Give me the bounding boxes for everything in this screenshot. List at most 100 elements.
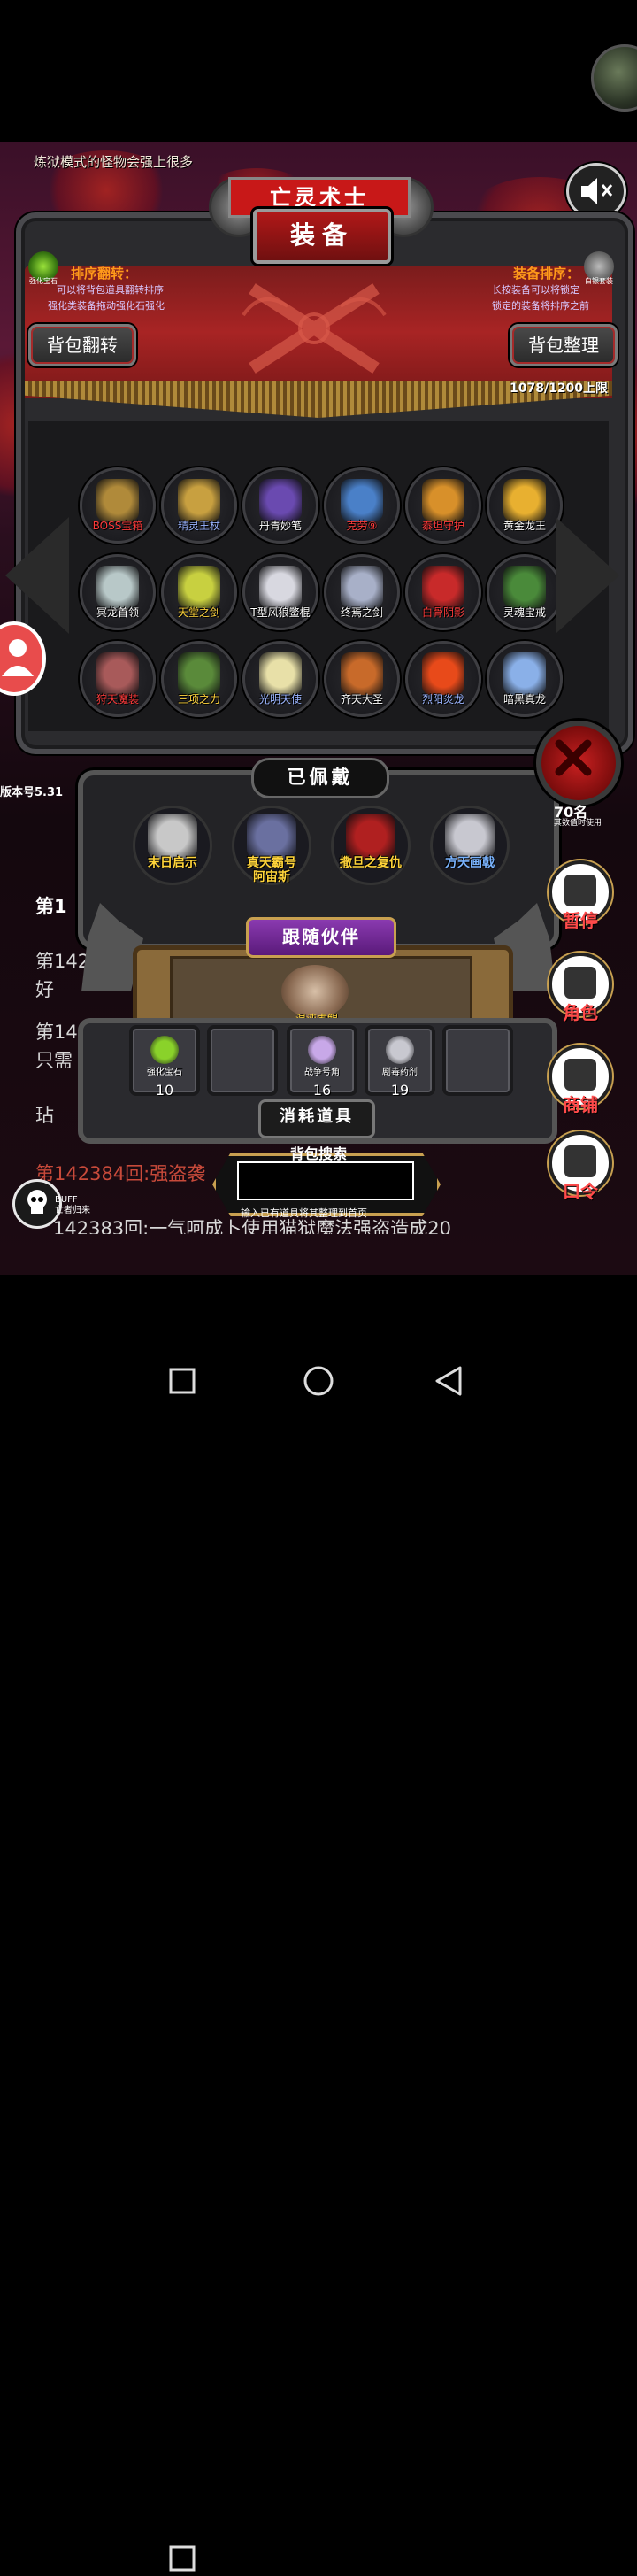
- gem-icon: [150, 1036, 179, 1064]
- menu-label-3: 口令: [563, 1181, 598, 1202]
- equipped-title: 已佩戴: [251, 758, 389, 798]
- back-triangle-icon[interactable]: [434, 1365, 464, 1397]
- sort-equip-line2: 锁定的装备将排序之前: [492, 300, 589, 312]
- armor-icon: [96, 652, 139, 695]
- inventory-item[interactable]: 白骨阴影: [405, 554, 481, 630]
- inventory-item[interactable]: 天堂之剑: [161, 554, 237, 630]
- consumable-slot[interactable]: 强化宝石 10: [129, 1025, 200, 1099]
- consumable-slot[interactable]: [442, 1025, 513, 1096]
- sword-icon: [178, 566, 220, 608]
- search-title: 背包搜索: [289, 1145, 347, 1162]
- menu-label-0: 暂停: [563, 910, 598, 931]
- inventory-item-label: 暗黑真龙: [503, 693, 546, 706]
- inventory-item[interactable]: 光明天使: [242, 641, 318, 717]
- log-line-red: 第142384回:强盗袭: [35, 1163, 206, 1184]
- chaos-kun-icon: [281, 965, 349, 1018]
- menu-label-2: 商铺: [563, 1094, 598, 1115]
- inventory-item[interactable]: 泰坦守护: [405, 467, 481, 544]
- equipped-item-label: 真天霸号 阿宙斯: [247, 856, 296, 884]
- buff-text: BUFF 亡者归来: [55, 1195, 90, 1216]
- inventory-item[interactable]: BOSS宝箱: [80, 467, 156, 544]
- inventory-item[interactable]: 终焉之剑: [324, 554, 400, 630]
- mute-icon: [581, 178, 613, 204]
- consumable-count: 10: [155, 1082, 174, 1099]
- equipped-item[interactable]: 方天画戟: [430, 806, 510, 885]
- inventory-item-label: 终焉之剑: [340, 606, 383, 619]
- bone-dragon-icon: [96, 566, 139, 608]
- inventory-item[interactable]: 齐天大圣: [324, 641, 400, 717]
- shop-icon: [564, 1059, 596, 1091]
- consumable-slot[interactable]: 剧毒药剂 19: [365, 1025, 435, 1099]
- sort-flip-title: 排序翻转：: [71, 266, 138, 282]
- consumable-label: 强化宝石: [147, 1068, 182, 1077]
- axe-icon: [148, 814, 197, 860]
- close-icon: [555, 739, 592, 776]
- inventory-item[interactable]: 狩天魔装: [80, 641, 156, 717]
- consumable-label: 剧毒药剂: [382, 1068, 418, 1077]
- user-icon: [2, 639, 34, 676]
- angel-icon: [259, 652, 302, 695]
- mode-hint: 炼狱模式的怪物会强上很多: [34, 154, 194, 170]
- gold-dragon-icon: [503, 479, 546, 521]
- inventory-item-label: T型风狼鳖棍: [250, 606, 311, 619]
- character-icon: [341, 479, 383, 521]
- halberd-icon: [445, 814, 495, 860]
- triforce-icon: [178, 652, 220, 695]
- equipped-item[interactable]: 末日启示: [133, 806, 212, 885]
- inventory-item-label: 丹青妙笔: [258, 520, 302, 532]
- inventory-item[interactable]: 冥龙首领: [80, 554, 156, 630]
- ice-dragon-icon: [503, 652, 546, 695]
- inventory-item[interactable]: 丹青妙笔: [242, 467, 318, 544]
- recents-square-icon[interactable]: [168, 1367, 196, 1395]
- equipped-item-label: 末日启示: [148, 856, 197, 870]
- inventory-item[interactable]: 克劳⑨: [324, 467, 400, 544]
- page-title: 装备: [253, 209, 391, 264]
- inventory-item-label: 冥龙首领: [96, 606, 139, 619]
- skull-plant-icon: [422, 566, 464, 608]
- buff-sub: 亡者归来: [55, 1206, 90, 1215]
- sort-equip-title: 装备排序：: [513, 266, 580, 282]
- chest-icon: [96, 479, 139, 521]
- staff-icon: [178, 479, 220, 521]
- inventory-item-label: 天堂之剑: [177, 606, 220, 619]
- log-line-3a: 第14: [35, 1022, 78, 1043]
- equipped-item[interactable]: 真天霸号 阿宙斯: [232, 806, 311, 885]
- inventory-item[interactable]: 三项之力: [161, 641, 237, 717]
- zeus-icon: [247, 814, 296, 860]
- menu-label-1: 角色: [563, 1002, 598, 1023]
- rank-partial-sub: 其数值时使用: [554, 819, 602, 828]
- recent-apps-button[interactable]: [168, 2544, 196, 2576]
- crossed-swords-emblem-icon: [242, 283, 387, 374]
- fire-dragon-icon: [422, 652, 464, 695]
- consumable-slot[interactable]: 战争号角 16: [287, 1025, 357, 1099]
- mute-button[interactable]: [566, 163, 626, 220]
- potion-icon: [386, 1036, 414, 1064]
- horn-icon: [308, 1036, 336, 1064]
- inventory-item[interactable]: 暗黑真龙: [487, 641, 563, 717]
- log-line-1: 第1: [35, 896, 67, 917]
- inventory-item-label: 光明天使: [258, 693, 302, 706]
- log-line-2b: 好: [35, 979, 54, 1000]
- inventory-item[interactable]: 黄金龙王: [487, 467, 563, 544]
- inventory-item-label: BOSS宝箱: [92, 520, 143, 532]
- bag-organize-button[interactable]: 背包整理: [510, 324, 618, 366]
- inventory-item[interactable]: 灵魂宝戒: [487, 554, 563, 630]
- inventory-item[interactable]: 烈阳炎龙: [405, 641, 481, 717]
- consumable-label: 战争号角: [304, 1068, 340, 1077]
- scroll-icon: [564, 1145, 596, 1177]
- close-button[interactable]: [536, 721, 621, 806]
- equipped-item[interactable]: 撒旦之复仇: [331, 806, 411, 885]
- buff-title: BUFF: [55, 1195, 78, 1205]
- consumable-count: 16: [312, 1082, 332, 1099]
- inventory-item[interactable]: T型风狼鳖棍: [242, 554, 318, 630]
- search-input[interactable]: [237, 1161, 414, 1200]
- bag-flip-button[interactable]: 背包翻转: [28, 324, 136, 366]
- inventory-item[interactable]: 精灵王杖: [161, 467, 237, 544]
- inventory-item-label: 三项之力: [177, 693, 220, 706]
- dice-icon: [564, 875, 596, 906]
- consumable-slot[interactable]: [207, 1025, 278, 1096]
- skull-icon: [27, 1190, 47, 1214]
- home-circle-icon[interactable]: [303, 1365, 334, 1397]
- sort-flip-desc: 可以将背包道具翻转排序 强化类装备拖动强化石强化: [48, 282, 165, 314]
- sort-flip-line1: 可以将背包道具翻转排序: [57, 284, 164, 296]
